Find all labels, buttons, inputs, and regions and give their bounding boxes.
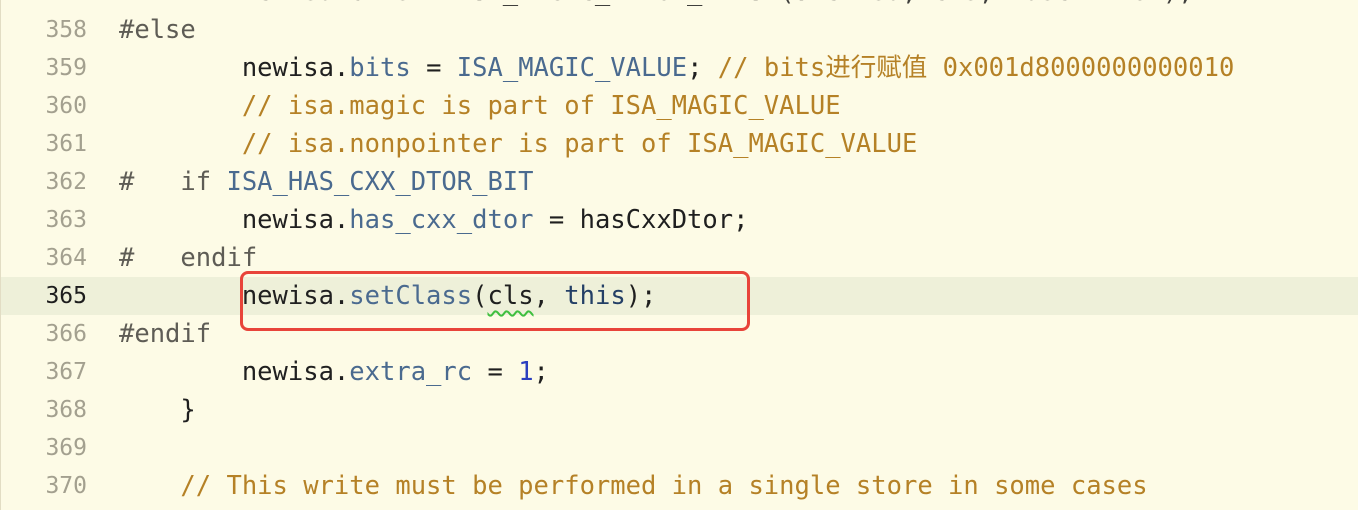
code-line[interactable]: 357 newisa.bits = ISA_MAGIC_VALUE_FIRST(… <box>1 0 1358 11</box>
code-token: = <box>410 53 457 83</box>
code-token: ); <box>625 281 657 311</box>
code-token: // isa.magic is part of ISA_MAGIC_VALUE <box>119 91 841 121</box>
code-line[interactable]: 360 // isa.magic is part of ISA_MAGIC_VA… <box>1 87 1358 125</box>
code-text: newisa.bits = ISA_MAGIC_VALUE_FIRST(&new… <box>119 0 1194 11</box>
code-token: has_cxx_dtor <box>349 205 534 235</box>
line-number: 366 <box>45 321 87 347</box>
line-number: 369 <box>45 435 87 461</box>
code-token: ISA_MAGIC_VALUE <box>456 53 688 83</box>
code-text: } <box>119 391 196 429</box>
code-token: # if <box>119 167 227 197</box>
code-token: // bits进行赋值 0x001d8000000000010 <box>717 53 1235 83</box>
line-number: 362 <box>45 169 87 195</box>
code-token: newisa. <box>119 357 350 387</box>
code-token: this <box>564 281 626 311</box>
code-text: newisa.bits = ISA_MAGIC_VALUE; // bits进行… <box>119 49 1235 87</box>
code-text: newisa.has_cxx_dtor = hasCxxDtor; <box>119 201 749 239</box>
code-line[interactable]: 368 } <box>1 391 1358 429</box>
code-token: extra_rc <box>349 357 473 387</box>
code-line[interactable]: 359 newisa.bits = ISA_MAGIC_VALUE; // bi… <box>1 49 1358 87</box>
code-line[interactable]: 358 #else <box>1 11 1358 49</box>
code-token: newisa. <box>119 281 350 311</box>
code-text: // This write must be performed in a sin… <box>119 467 1148 505</box>
line-number: 363 <box>45 207 87 233</box>
code-token: } <box>119 395 196 425</box>
line-number: 359 <box>45 55 87 81</box>
line-number: 357 <box>1 0 87 11</box>
code-text: // isa.nonpointer is part of ISA_MAGIC_V… <box>119 125 918 163</box>
code-token: cls <box>487 281 534 311</box>
code-editor[interactable]: 357 newisa.bits = ISA_MAGIC_VALUE_FIRST(… <box>0 0 1358 510</box>
code-line[interactable]: 367 newisa.extra_rc = 1; <box>1 353 1358 391</box>
code-token: = hasCxxDtor; <box>533 205 749 235</box>
code-token: 1 <box>518 357 534 387</box>
code-line[interactable]: 363 newisa.has_cxx_dtor = hasCxxDtor; <box>1 201 1358 239</box>
code-line[interactable]: 364 # endif <box>1 239 1358 277</box>
code-lines: 357 newisa.bits = ISA_MAGIC_VALUE_FIRST(… <box>1 0 1358 505</box>
code-line[interactable]: 369 <box>1 429 1358 467</box>
code-token: ; <box>687 53 718 83</box>
code-token: = <box>472 357 519 387</box>
code-line[interactable]: 370 // This write must be performed in a… <box>1 467 1358 505</box>
line-number: 368 <box>45 397 87 423</box>
code-token: #endif <box>119 319 212 349</box>
code-token: // This write must be performed in a sin… <box>119 471 1148 501</box>
code-token: newisa. <box>119 53 350 83</box>
code-text: #else <box>119 11 196 49</box>
line-number: 358 <box>45 17 87 43</box>
code-token: ISA_HAS_CXX_DTOR_BIT <box>226 167 534 197</box>
code-text: // isa.magic is part of ISA_MAGIC_VALUE <box>119 87 841 125</box>
code-text: newisa.extra_rc = 1; <box>119 353 549 391</box>
code-token: , <box>533 281 565 311</box>
code-line[interactable]: 362 # if ISA_HAS_CXX_DTOR_BIT <box>1 163 1358 201</box>
code-token: ; <box>533 357 549 387</box>
code-token: ( <box>472 281 488 311</box>
code-line[interactable]: 365 newisa.setClass(cls, this); <box>1 277 1358 315</box>
code-text: newisa.setClass(cls, this); <box>119 277 657 315</box>
code-line[interactable]: 361 // isa.nonpointer is part of ISA_MAG… <box>1 125 1358 163</box>
code-token: # endif <box>119 243 258 273</box>
code-token: #else <box>119 15 196 45</box>
line-number: 365 <box>45 283 87 309</box>
code-text: #endif <box>119 315 211 353</box>
line-number: 370 <box>45 473 87 499</box>
code-text: # if ISA_HAS_CXX_DTOR_BIT <box>119 163 534 201</box>
code-token: bits <box>349 53 411 83</box>
line-number: 360 <box>45 93 87 119</box>
code-token: newisa. <box>119 205 350 235</box>
code-text: # endif <box>119 239 257 277</box>
line-number: 361 <box>45 131 87 157</box>
code-token: // isa.nonpointer is part of ISA_MAGIC_V… <box>119 129 918 159</box>
code-token: setClass <box>349 281 473 311</box>
line-number: 364 <box>45 245 87 271</box>
code-token: newisa.bits = ISA_MAGIC_VALUE_FIRST(&new… <box>119 0 1194 7</box>
line-number: 367 <box>45 359 87 385</box>
code-line[interactable]: 366 #endif <box>1 315 1358 353</box>
